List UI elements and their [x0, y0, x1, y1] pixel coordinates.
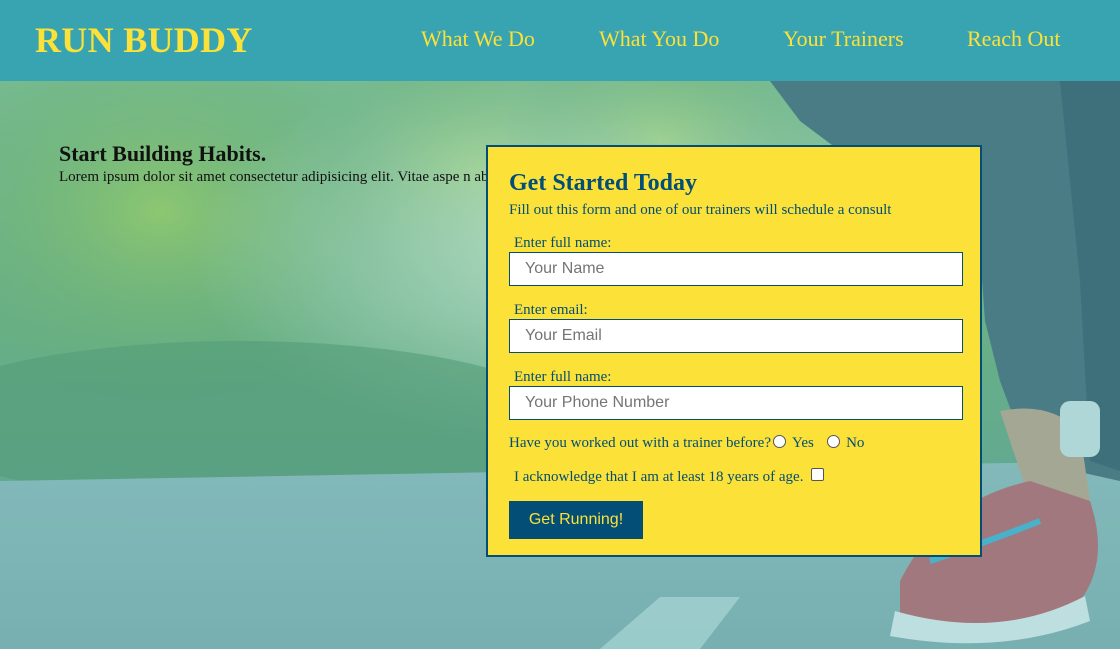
- age-acknowledgement-label: I acknowledge that I am at least 18 year…: [514, 469, 804, 485]
- phone-input[interactable]: [509, 386, 963, 420]
- trainer-question-label: Have you worked out with a trainer befor…: [509, 435, 771, 451]
- main-nav: What We Do What You Do Your Trainers Rea…: [0, 26, 1120, 56]
- nav-link-what-you-do[interactable]: What You Do: [599, 26, 719, 52]
- site-header: RUN BUDDY What We Do What You Do Your Tr…: [0, 0, 1120, 81]
- age-checkbox[interactable]: [811, 468, 825, 481]
- email-input[interactable]: [509, 319, 963, 353]
- nav-link-reach-out[interactable]: Reach Out: [967, 26, 1060, 52]
- radio-no[interactable]: [827, 435, 841, 448]
- nav-link-your-trainers[interactable]: Your Trainers: [783, 26, 904, 52]
- name-input[interactable]: [509, 252, 963, 286]
- radio-yes[interactable]: [772, 435, 786, 448]
- form-title: Get Started Today: [509, 170, 698, 196]
- name-label: Enter full name:: [514, 235, 612, 251]
- get-running-button[interactable]: Get Running!: [509, 501, 643, 539]
- radio-yes-label: Yes: [791, 435, 814, 451]
- form-subtitle: Fill out this form and one of our traine…: [509, 202, 892, 218]
- age-acknowledgement: I acknowledge that I am at least 18 year…: [514, 468, 825, 486]
- radio-no-label: No: [846, 435, 865, 451]
- email-label: Enter email:: [514, 302, 588, 318]
- phone-label: Enter full name:: [514, 369, 612, 385]
- get-started-form: Get Started Today Fill out this form and…: [486, 145, 982, 557]
- trainer-question: Have you worked out with a trainer befor…: [509, 434, 864, 452]
- nav-link-what-we-do[interactable]: What We Do: [421, 26, 535, 52]
